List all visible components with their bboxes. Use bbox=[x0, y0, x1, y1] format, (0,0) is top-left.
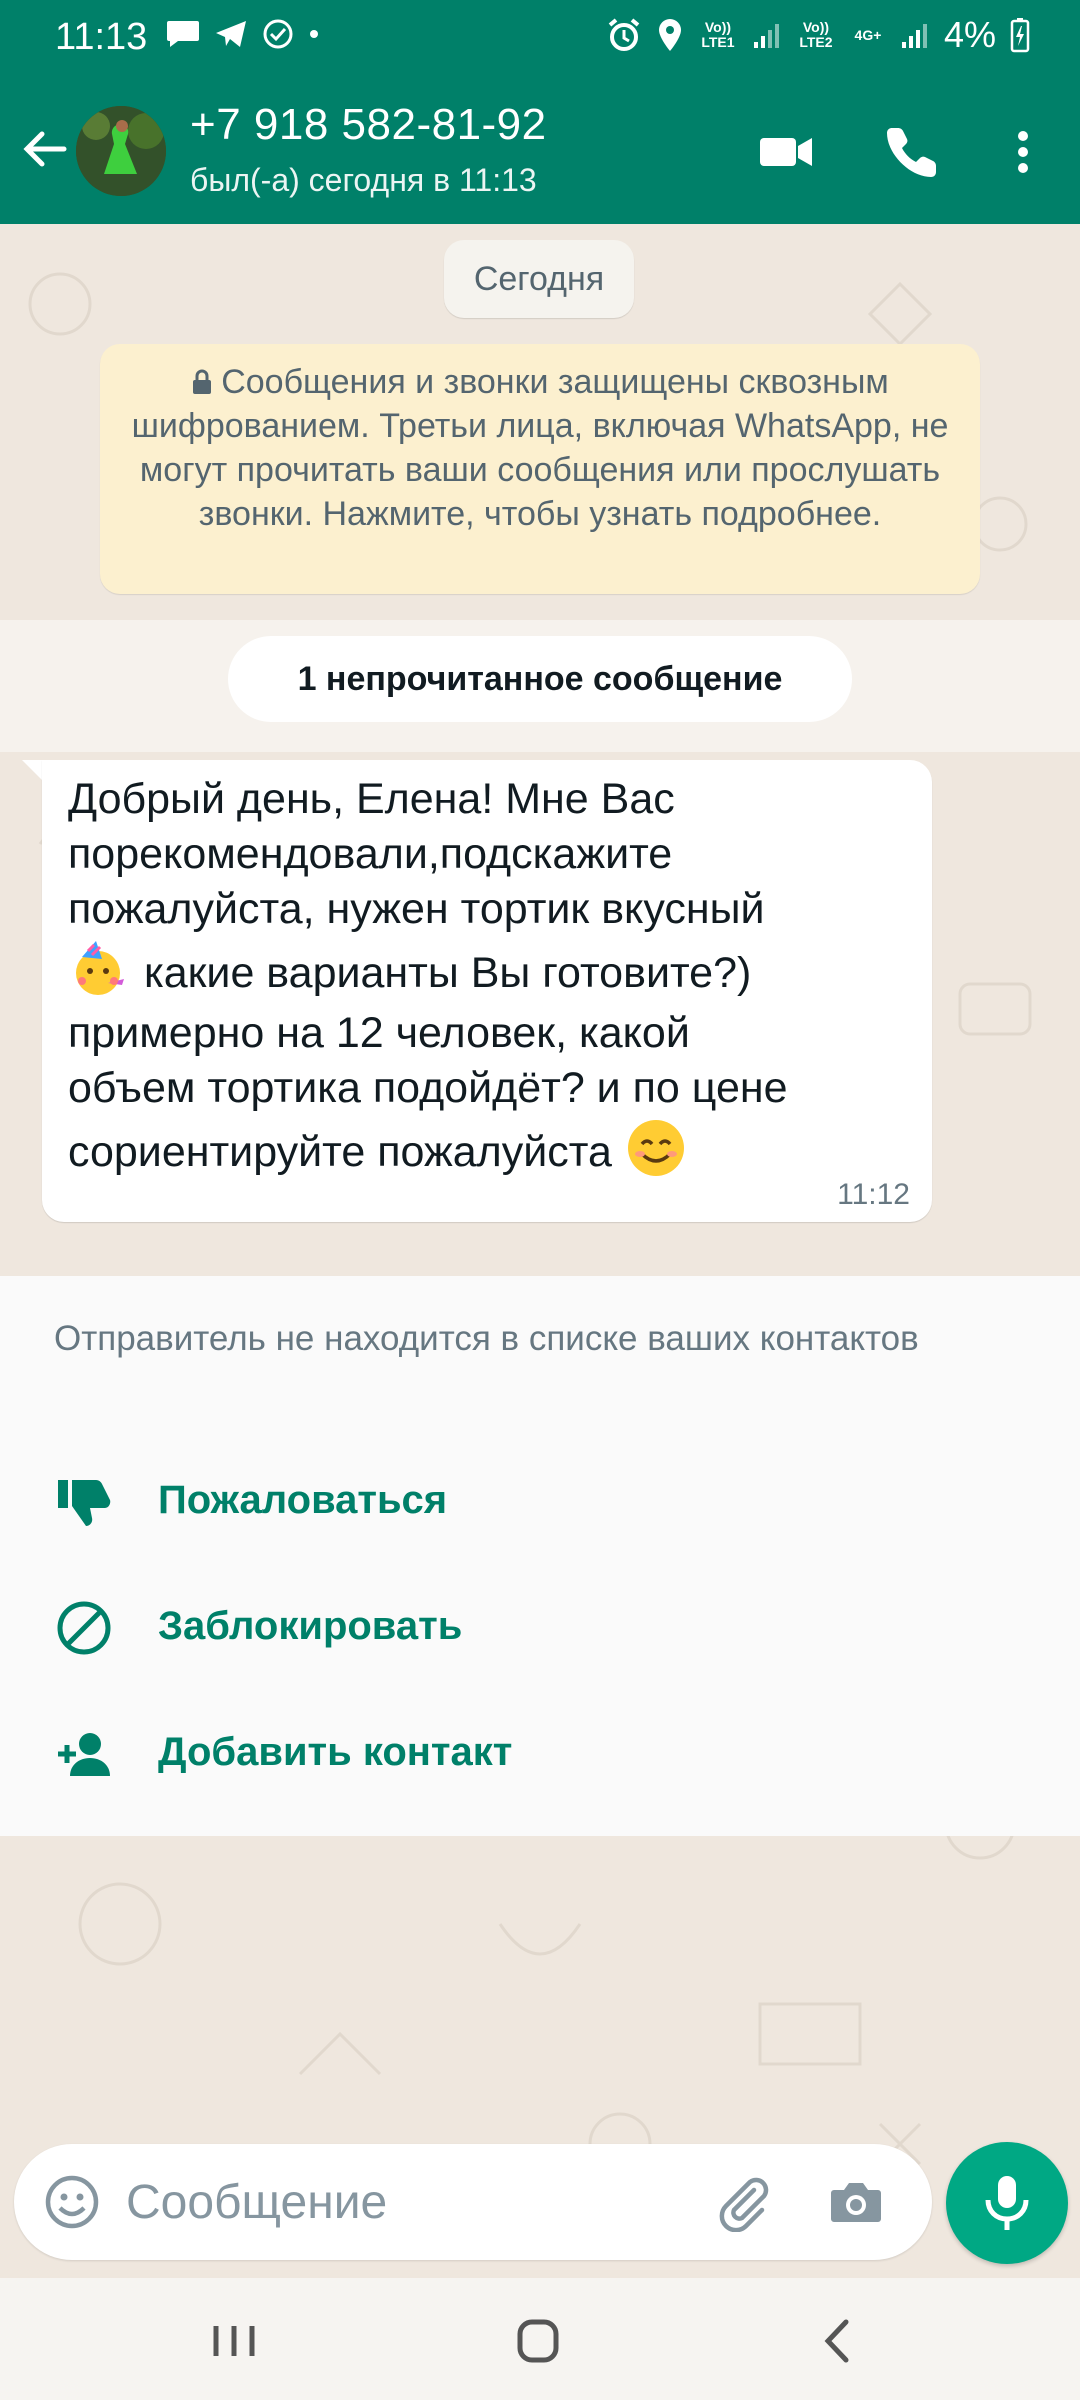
signal-2-icon bbox=[901, 24, 927, 48]
home-icon[interactable] bbox=[508, 2314, 568, 2368]
message-line-with-emoji: какие варианты Вы готовите?) bbox=[68, 937, 906, 1006]
smiling-face-emoji-icon bbox=[627, 1120, 684, 1176]
system-navigation-bar bbox=[0, 2278, 1080, 2400]
data-label: 4G+ bbox=[854, 26, 882, 43]
message-line: какие варианты Вы готовите?) bbox=[132, 949, 752, 997]
status-bar: 11:13 Vo)) LTE1 Vo)) LTE2 4G+ 4% bbox=[0, 0, 1080, 78]
alarm-icon bbox=[608, 18, 640, 51]
telegram-notification-icon bbox=[216, 21, 246, 47]
message-line: примерно на 12 человек, какой bbox=[68, 1009, 690, 1057]
signal-1-icon bbox=[753, 24, 779, 48]
thumbs-down-icon bbox=[58, 1480, 111, 1526]
location-icon bbox=[658, 19, 681, 51]
message-text: Добрый день, Елена! Мне Вас порекомендов… bbox=[68, 772, 906, 1185]
unknown-sender-note: Отправитель не находится в списке ваших … bbox=[54, 1319, 919, 1358]
chat-area[interactable]: Сегодня Сообщения и звонки защищены скво… bbox=[0, 224, 1080, 2278]
add-contact-label: Добавить контакт bbox=[158, 1730, 513, 1774]
add-contact-button[interactable]: Добавить контакт bbox=[0, 1698, 1080, 1808]
report-label: Пожаловаться bbox=[158, 1478, 448, 1522]
back-nav-icon[interactable] bbox=[810, 2314, 870, 2368]
message-line: сориентируйте пожалуйста bbox=[68, 1128, 624, 1176]
paperclip-icon[interactable] bbox=[714, 2172, 774, 2232]
message-line-with-emoji: сориентируйте пожалуйста bbox=[68, 1116, 906, 1185]
status-right-icons: Vo)) LTE1 Vo)) LTE2 4G+ 4% bbox=[606, 14, 1030, 56]
message-composer bbox=[14, 2144, 932, 2260]
microphone-icon bbox=[985, 2176, 1029, 2230]
block-icon bbox=[57, 1601, 111, 1655]
voice-message-button[interactable] bbox=[946, 2142, 1068, 2264]
chat-header: +7 918 582-81-92 был(-а) сегодня в 11:13 bbox=[0, 78, 1080, 224]
message-line: объем тортика подойдёт? и по цене bbox=[68, 1064, 788, 1112]
incoming-message-bubble[interactable]: Добрый день, Елена! Мне Вас порекомендов… bbox=[42, 760, 932, 1222]
phone-call-icon[interactable] bbox=[882, 122, 942, 182]
video-call-icon[interactable] bbox=[756, 122, 816, 182]
emoji-icon[interactable] bbox=[42, 2172, 102, 2232]
sim1-label: Vo)) LTE1 bbox=[701, 19, 735, 50]
back-arrow-icon[interactable] bbox=[18, 122, 72, 176]
message-input[interactable] bbox=[126, 2166, 686, 2238]
message-timestamp: 11:12 bbox=[837, 1178, 910, 1211]
report-button[interactable]: Пожаловаться bbox=[0, 1446, 1080, 1556]
message-line: порекомендовали,подскажите bbox=[68, 830, 673, 878]
block-label: Заблокировать bbox=[158, 1604, 463, 1648]
battery-percent: 4% bbox=[943, 14, 996, 55]
message-line: пожалуйста, нужен тортик вкусный bbox=[68, 885, 765, 933]
encryption-notice-text: Сообщения и звонки защищены сквозным шиф… bbox=[131, 363, 949, 533]
add-person-icon bbox=[58, 1733, 110, 1776]
message-line: Добрый день, Елена! Мне Вас bbox=[68, 775, 675, 823]
message-notification-icon bbox=[167, 21, 199, 47]
lock-icon bbox=[193, 369, 212, 394]
date-chip: Сегодня bbox=[444, 240, 634, 318]
dot-icon bbox=[310, 30, 318, 38]
more-options-icon[interactable] bbox=[1008, 122, 1038, 182]
battery-charging-icon bbox=[1010, 18, 1030, 53]
contact-name[interactable]: +7 918 582-81-92 bbox=[190, 100, 547, 150]
avatar[interactable] bbox=[76, 106, 166, 196]
unread-messages-label: 1 непрочитанное сообщение bbox=[228, 636, 852, 722]
unknown-sender-panel: Отправитель не находится в списке ваших … bbox=[0, 1276, 1080, 1836]
check-circle-notification-icon bbox=[263, 19, 293, 49]
recent-apps-icon[interactable] bbox=[204, 2314, 264, 2368]
bubble-tail bbox=[22, 760, 44, 782]
encryption-notice[interactable]: Сообщения и звонки защищены сквозным шиф… bbox=[100, 344, 980, 594]
camera-icon[interactable] bbox=[826, 2172, 886, 2232]
party-face-emoji-icon bbox=[76, 941, 124, 995]
sim2-label: Vo)) LTE2 bbox=[799, 19, 833, 50]
notification-icons bbox=[166, 18, 320, 50]
block-button[interactable]: Заблокировать bbox=[0, 1572, 1080, 1682]
status-time: 11:13 bbox=[55, 16, 148, 58]
last-seen-status: был(-а) сегодня в 11:13 bbox=[190, 162, 537, 198]
